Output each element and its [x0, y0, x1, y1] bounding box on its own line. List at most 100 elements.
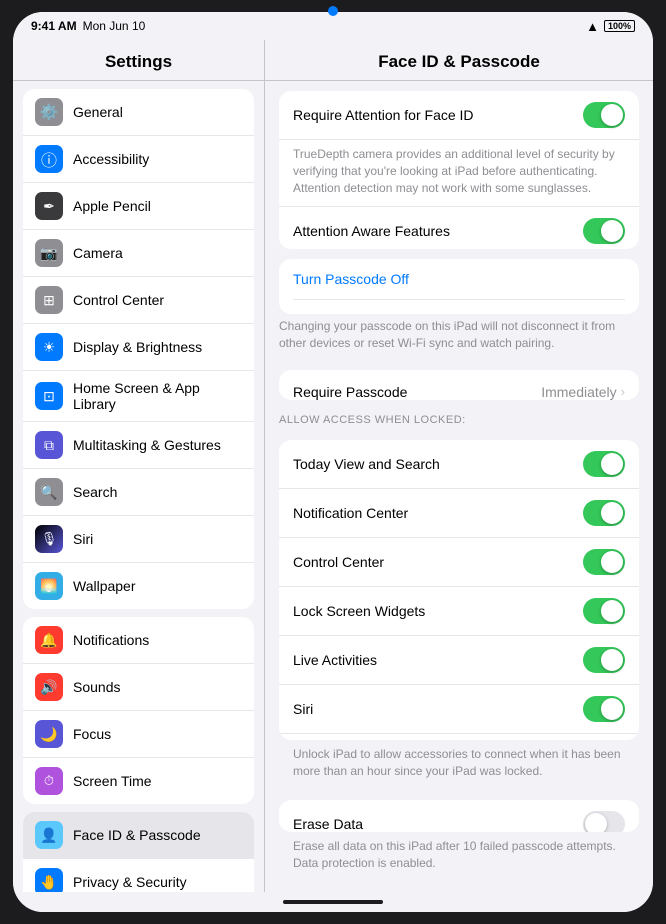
require-attention-row[interactable]: Require Attention for Face ID [279, 91, 639, 140]
search-label: Search [73, 484, 117, 500]
notification-center-row[interactable]: Notification Center [279, 489, 639, 538]
device-frame: 9:41 AM Mon Jun 10 ▲ 100% Settings ⚙️ Ge… [13, 12, 653, 912]
sidebar-item-control-center[interactable]: ⊞ Control Center [23, 277, 254, 324]
top-toggles-group: Require Attention for Face ID TrueDepth … [279, 91, 639, 249]
battery-icon: 100% [604, 20, 635, 32]
lock-screen-widgets-row[interactable]: Lock Screen Widgets [279, 587, 639, 636]
sidebar-item-notifications[interactable]: 🔔 Notifications [23, 617, 254, 664]
right-panel[interactable]: Face ID & Passcode Require Attention for… [265, 40, 653, 892]
control-center-label: Control Center [73, 292, 164, 308]
control-center-icon: ⊞ [35, 286, 63, 314]
require-passcode-label: Require Passcode [293, 384, 541, 400]
sidebar-item-siri[interactable]: 🎙 Siri [23, 516, 254, 563]
apple-pencil-icon: ✒ [35, 192, 63, 220]
sidebar-item-apple-pencil[interactable]: ✒ Apple Pencil [23, 183, 254, 230]
notifications-label: Notifications [73, 632, 149, 648]
sidebar-item-face-id[interactable]: 👤 Face ID & Passcode [23, 812, 254, 859]
passcode-links-group: Turn Passcode Off Change Passcode [279, 259, 639, 314]
turn-passcode-off-link[interactable]: Turn Passcode Off [279, 259, 639, 299]
sidebar: Settings ⚙️ General ⓘ Accessibility ✒ Ap… [13, 40, 265, 892]
sounds-icon: 🔊 [35, 673, 63, 701]
wallpaper-icon: 🌅 [35, 572, 63, 600]
today-view-row[interactable]: Today View and Search [279, 440, 639, 489]
live-activities-toggle[interactable] [583, 647, 625, 673]
screen-time-label: Screen Time [73, 773, 152, 789]
allow-access-group: Today View and Search Notification Cente… [279, 440, 639, 740]
sidebar-item-focus[interactable]: 🌙 Focus [23, 711, 254, 758]
allow-access-header: ALLOW ACCESS WHEN LOCKED: [265, 400, 653, 430]
erase-data-toggle[interactable] [583, 811, 625, 833]
sidebar-group-2: 🔔 Notifications 🔊 Sounds 🌙 Focus ⏱ Scree… [23, 617, 254, 804]
attention-aware-toggle[interactable] [583, 218, 625, 244]
require-attention-toggle[interactable] [583, 102, 625, 128]
accessories-desc: Unlock iPad to allow accessories to conn… [279, 740, 639, 790]
privacy-label: Privacy & Security [73, 874, 187, 890]
home-indicator [13, 892, 653, 912]
change-passcode-link[interactable]: Change Passcode [279, 300, 639, 314]
sidebar-item-camera[interactable]: 📷 Camera [23, 230, 254, 277]
siri-label: Siri [73, 531, 93, 547]
attention-aware-knob [601, 220, 623, 242]
display-icon: ☀ [35, 333, 63, 361]
require-attention-label: Require Attention for Face ID [293, 107, 583, 123]
home-bar [283, 900, 383, 904]
notifications-icon: 🔔 [35, 626, 63, 654]
control-center-toggle[interactable] [583, 549, 625, 575]
require-attention-knob [601, 104, 623, 126]
attention-aware-row[interactable]: Attention Aware Features [279, 206, 639, 249]
today-view-toggle[interactable] [583, 451, 625, 477]
live-activities-label: Live Activities [293, 652, 583, 668]
screen-time-icon: ⏱ [35, 767, 63, 795]
status-right: ▲ 100% [586, 19, 635, 34]
today-view-label: Today View and Search [293, 456, 583, 472]
siri-icon: 🎙 [35, 525, 63, 553]
sidebar-item-sounds[interactable]: 🔊 Sounds [23, 664, 254, 711]
camera-label: Camera [73, 245, 123, 261]
multitasking-label: Multitasking & Gestures [73, 437, 221, 453]
home-screen-label: Home Screen & App Library [73, 380, 242, 412]
display-label: Display & Brightness [73, 339, 202, 355]
sidebar-item-general[interactable]: ⚙️ General [23, 89, 254, 136]
accessibility-label: Accessibility [73, 151, 149, 167]
status-time: 9:41 AM [31, 19, 77, 33]
sidebar-title: Settings [13, 40, 264, 81]
require-passcode-row[interactable]: Require Passcode Immediately › [279, 370, 639, 400]
face-id-label: Face ID & Passcode [73, 827, 201, 843]
sidebar-item-accessibility[interactable]: ⓘ Accessibility [23, 136, 254, 183]
search-icon: 🔍 [35, 478, 63, 506]
facetime-dot [328, 12, 338, 16]
siri-toggle[interactable] [583, 696, 625, 722]
sidebar-item-display[interactable]: ☀ Display & Brightness [23, 324, 254, 371]
erase-data-group: Erase Data [279, 800, 639, 833]
sidebar-item-multitasking[interactable]: ⧉ Multitasking & Gestures [23, 422, 254, 469]
control-center-row[interactable]: Control Center [279, 538, 639, 587]
notification-center-label: Notification Center [293, 505, 583, 521]
focus-label: Focus [73, 726, 111, 742]
lock-screen-widgets-toggle[interactable] [583, 598, 625, 624]
sidebar-item-search[interactable]: 🔍 Search [23, 469, 254, 516]
sidebar-scroll[interactable]: ⚙️ General ⓘ Accessibility ✒ Apple Penci… [13, 81, 264, 892]
main-content: Settings ⚙️ General ⓘ Accessibility ✒ Ap… [13, 40, 653, 892]
notification-center-toggle[interactable] [583, 500, 625, 526]
siri-row[interactable]: Siri [279, 685, 639, 734]
status-bar: 9:41 AM Mon Jun 10 ▲ 100% [13, 12, 653, 40]
multitasking-icon: ⧉ [35, 431, 63, 459]
erase-data-row[interactable]: Erase Data [279, 800, 639, 833]
sidebar-group-1: ⚙️ General ⓘ Accessibility ✒ Apple Penci… [23, 89, 254, 609]
sidebar-item-screen-time[interactable]: ⏱ Screen Time [23, 758, 254, 804]
sidebar-item-home-screen[interactable]: ⊡ Home Screen & App Library [23, 371, 254, 422]
sidebar-item-privacy[interactable]: 🤚 Privacy & Security [23, 859, 254, 892]
erase-data-label: Erase Data [293, 816, 583, 832]
require-passcode-value: Immediately [541, 384, 616, 400]
sounds-label: Sounds [73, 679, 120, 695]
erase-data-desc: Erase all data on this iPad after 10 fai… [279, 832, 639, 882]
require-passcode-group: Require Passcode Immediately › [279, 370, 639, 400]
lock-screen-widgets-label: Lock Screen Widgets [293, 603, 583, 619]
live-activities-row[interactable]: Live Activities [279, 636, 639, 685]
wallpaper-label: Wallpaper [73, 578, 136, 594]
sidebar-item-wallpaper[interactable]: 🌅 Wallpaper [23, 563, 254, 609]
control-center-label: Control Center [293, 554, 583, 570]
face-id-icon: 👤 [35, 821, 63, 849]
right-panel-title: Face ID & Passcode [265, 40, 653, 81]
apple-pencil-label: Apple Pencil [73, 198, 151, 214]
